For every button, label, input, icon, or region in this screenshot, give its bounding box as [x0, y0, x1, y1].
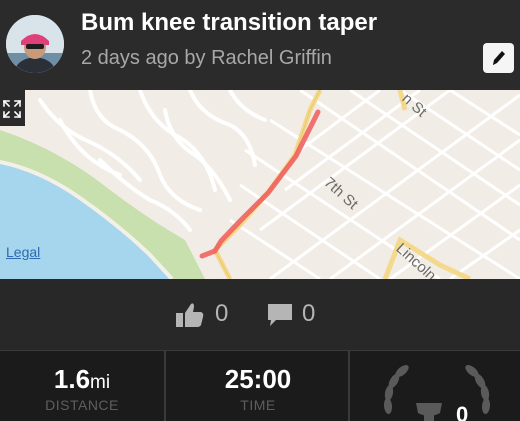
achievement-stat[interactable]: 0	[352, 351, 520, 421]
time-value: 25:00	[224, 364, 292, 394]
time-stat: 25:00 TIME	[168, 351, 350, 421]
route-map[interactable]: 7th St n St Lincoln Legal	[0, 90, 520, 279]
activity-title: Bum knee transition taper	[81, 9, 378, 36]
stats-bar: 1.6mi DISTANCE 25:00 TIME 0	[0, 350, 520, 421]
distance-stat: 1.6mi DISTANCE	[0, 351, 166, 421]
legal-link[interactable]: Legal	[6, 244, 40, 260]
pencil-icon	[493, 51, 505, 65]
thumbs-up-icon[interactable]	[175, 301, 205, 329]
comment-count: 0	[302, 300, 316, 327]
distance-value: 1.6	[53, 364, 91, 394]
distance-label: DISTANCE	[45, 397, 119, 413]
avatar[interactable]	[6, 15, 64, 73]
distance-value-row: 1.6mi	[0, 364, 164, 395]
like-count: 0	[215, 300, 229, 327]
comment-icon[interactable]	[266, 302, 294, 328]
activity-subtitle[interactable]: 2 days ago by Rachel Griffin	[81, 47, 332, 70]
avatar-image	[6, 15, 64, 73]
expand-map-button[interactable]	[0, 90, 25, 126]
map-canvas	[0, 90, 520, 279]
time-label: TIME	[240, 397, 276, 413]
achievement-count-glyph: 0	[456, 402, 468, 421]
trophy-wreath-icon: 0	[383, 365, 491, 421]
edit-button[interactable]	[483, 43, 514, 73]
expand-icon	[3, 100, 21, 118]
distance-unit: mi	[90, 372, 111, 393]
activity-header: Bum knee transition taper 2 days ago by …	[0, 0, 520, 90]
social-bar: 0 0	[0, 279, 520, 350]
